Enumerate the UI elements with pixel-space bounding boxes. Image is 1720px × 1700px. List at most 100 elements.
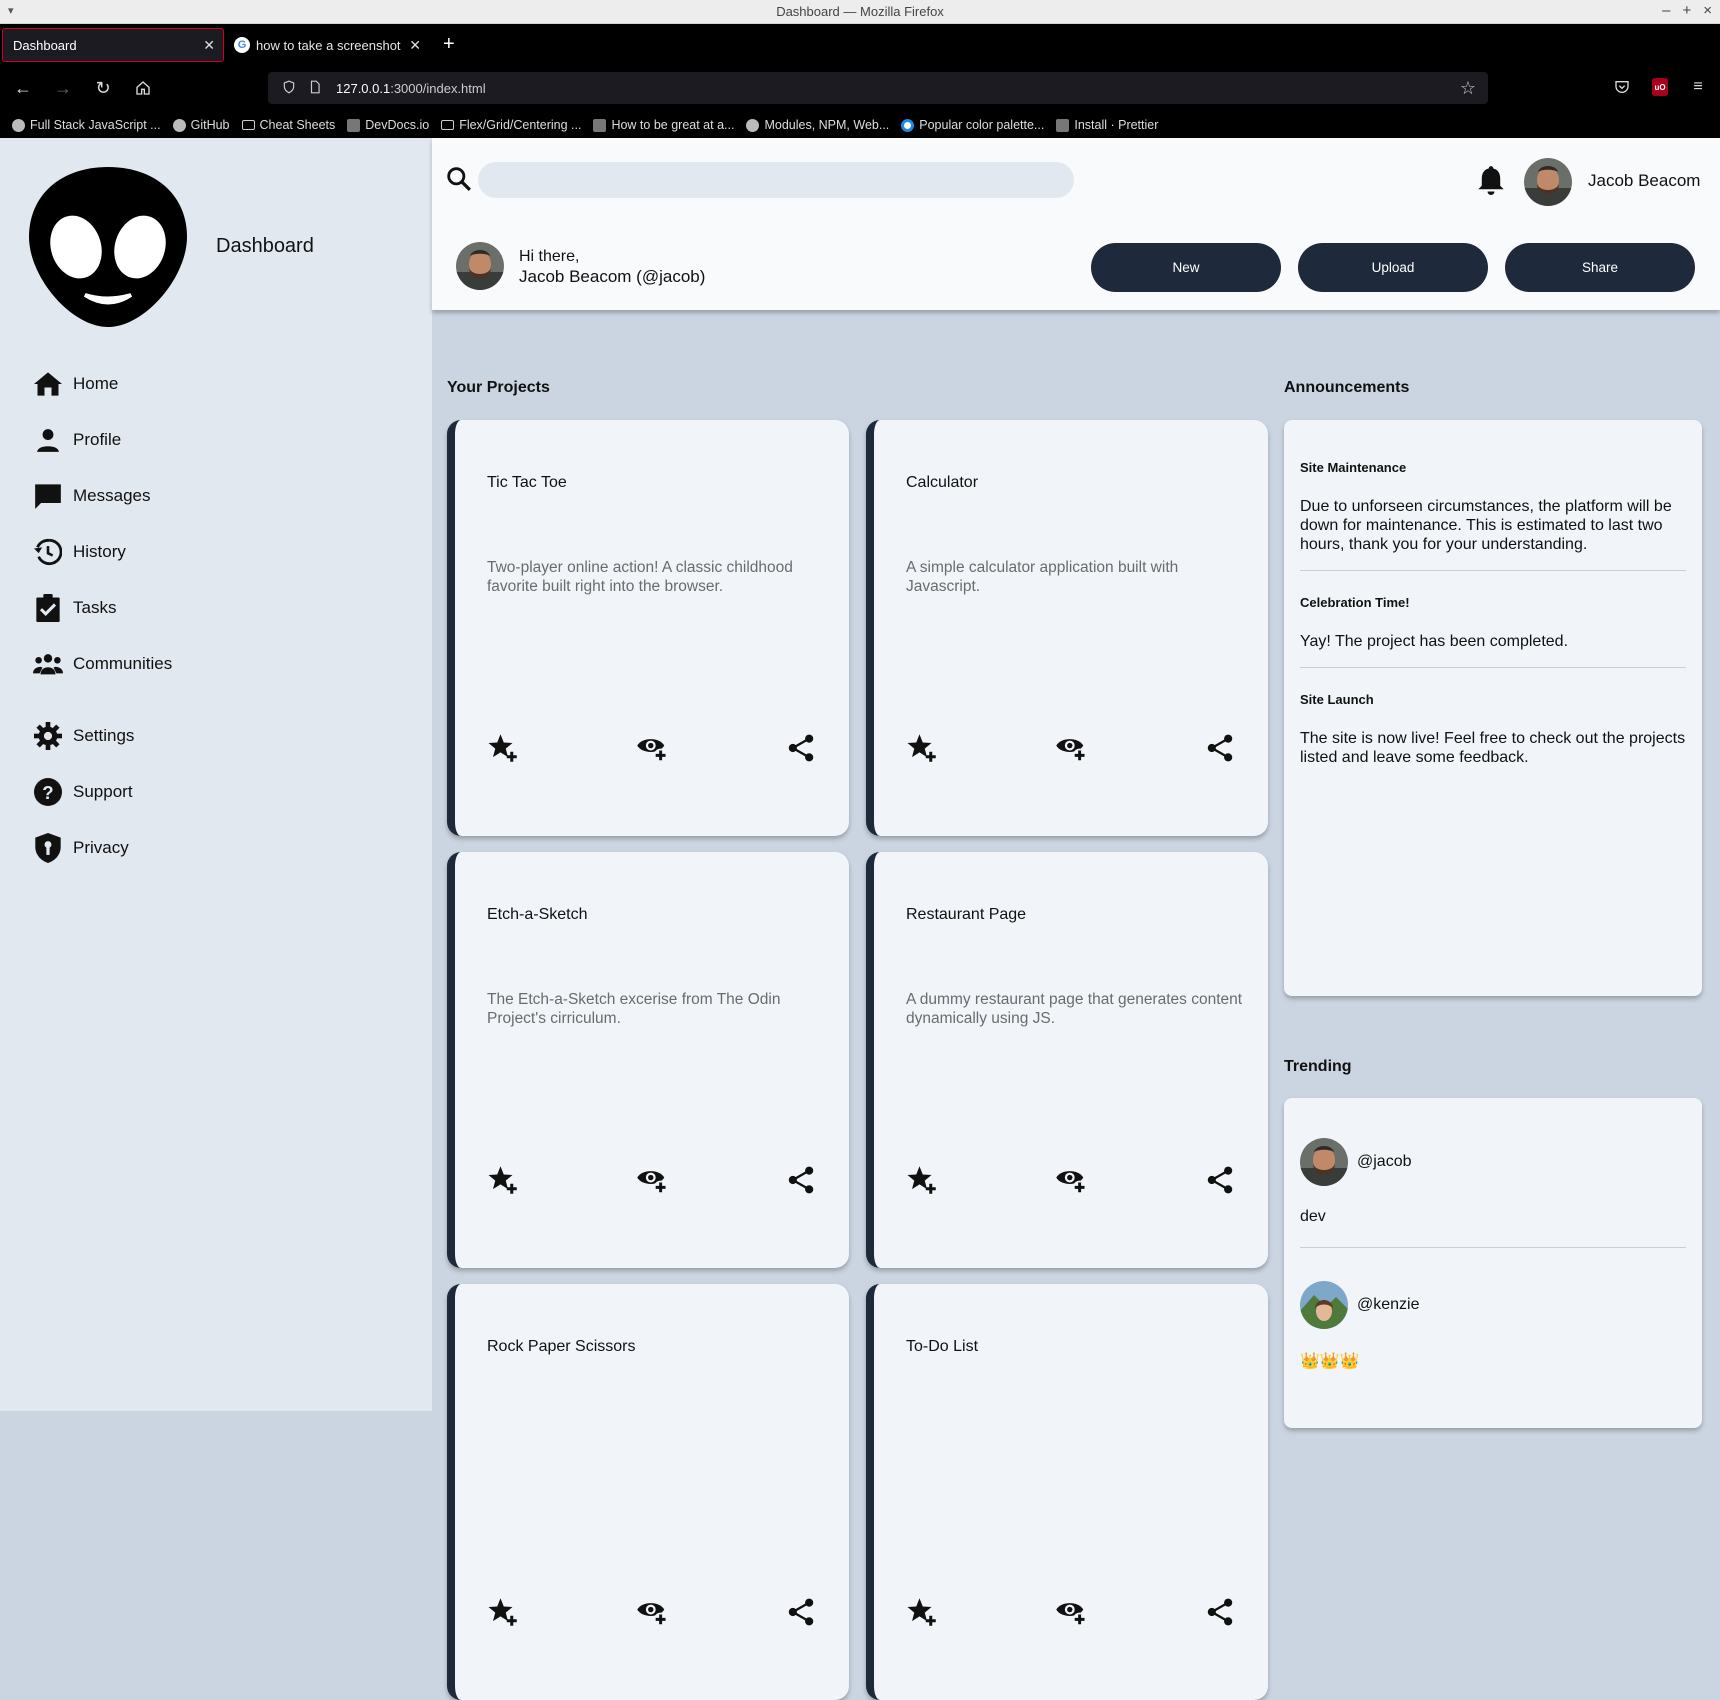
sidebar-item-communities[interactable]: Communities	[33, 636, 393, 692]
sidebar-item-messages[interactable]: Messages	[33, 468, 393, 524]
project-card[interactable]: Tic Tac Toe Two-player online action! A c…	[447, 420, 849, 836]
share-icon[interactable]	[1204, 732, 1236, 764]
bookmark-prettier[interactable]: Install · Prettier	[1056, 118, 1158, 132]
forward-icon[interactable]: →	[46, 71, 80, 105]
close-window-icon[interactable]: ×	[1703, 2, 1712, 19]
page-info-icon[interactable]	[308, 79, 322, 98]
bookmark-full-stack-javascript[interactable]: Full Stack JavaScript ...	[12, 118, 161, 132]
announcement-title: Celebration Time!	[1300, 595, 1410, 610]
project-card[interactable]: Rock Paper Scissors	[447, 1284, 849, 1700]
watch-add-icon[interactable]	[636, 1596, 668, 1628]
sidebar-item-support[interactable]: ? Support	[33, 764, 393, 820]
search-icon[interactable]	[446, 166, 472, 197]
upload-button[interactable]: Upload	[1298, 243, 1488, 292]
watch-add-icon[interactable]	[1055, 1596, 1087, 1628]
sidebar-item-history[interactable]: History	[33, 524, 393, 580]
trending-item: @kenzie 👑👑👑	[1300, 1281, 1686, 1371]
project-actions	[906, 1596, 1236, 1628]
minimize-icon[interactable]: –	[1662, 2, 1670, 19]
star-add-icon[interactable]	[906, 732, 938, 764]
sidebar-item-tasks[interactable]: Tasks	[33, 580, 393, 636]
project-card[interactable]: Etch-a-Sketch The Etch-a-Sketch excerise …	[447, 852, 849, 1268]
watch-add-icon[interactable]	[1055, 1164, 1087, 1196]
bookmark-color-palettes[interactable]: Popular color palette...	[901, 118, 1044, 132]
star-add-icon[interactable]	[906, 1596, 938, 1628]
odin-icon	[12, 118, 25, 132]
tab-title: Dashboard	[13, 37, 77, 53]
tracking-shield-icon[interactable]	[282, 79, 296, 98]
star-add-icon[interactable]	[487, 1164, 519, 1196]
divider	[1300, 667, 1686, 668]
sidebar: Dashboard Home Profile Messages History …	[0, 138, 432, 1411]
sidebar-item-label: Settings	[73, 726, 135, 745]
bookmark-star-icon[interactable]: ☆	[1460, 78, 1476, 99]
close-tab-icon[interactable]: ✕	[409, 37, 421, 54]
home-browser-icon[interactable]	[126, 71, 160, 105]
trending-handle[interactable]: @kenzie	[1357, 1296, 1420, 1314]
announcement-item: Site Launch The site is now live! Feel f…	[1300, 692, 1686, 767]
url-bar[interactable]: 127.0.0.1:3000/index.html ☆	[268, 72, 1488, 104]
new-tab-icon[interactable]: +	[443, 33, 455, 56]
person-icon	[33, 425, 63, 455]
svg-text:?: ?	[42, 782, 53, 803]
folder-icon	[441, 120, 455, 130]
bookmark-cheat-sheets[interactable]: Cheat Sheets	[241, 118, 335, 132]
share-icon[interactable]	[1204, 1596, 1236, 1628]
share-icon[interactable]	[785, 1164, 817, 1196]
sidebar-item-profile[interactable]: Profile	[33, 412, 393, 468]
announcement-title: Site Maintenance	[1300, 460, 1407, 475]
tab-dashboard[interactable]: Dashboard ✕	[2, 28, 224, 62]
groups-icon	[33, 649, 63, 679]
share-button[interactable]: Share	[1505, 243, 1695, 292]
search-input[interactable]	[478, 162, 1074, 198]
sidebar-item-home[interactable]: Home	[33, 356, 393, 412]
star-add-icon[interactable]	[487, 1596, 519, 1628]
sidebar-item-settings[interactable]: Settings	[33, 708, 393, 764]
share-icon[interactable]	[1204, 1164, 1236, 1196]
project-description: A simple calculator application built wi…	[906, 559, 1179, 595]
share-icon[interactable]	[785, 1596, 817, 1628]
ublock-icon[interactable]: uO	[1648, 72, 1672, 102]
notification-bell-icon[interactable]	[1477, 165, 1505, 200]
palette-icon	[901, 118, 915, 132]
project-card[interactable]: Restaurant Page A dummy restaurant page t…	[866, 852, 1268, 1268]
project-title: Rock Paper Scissors	[487, 1338, 636, 1355]
bookmark-modules-npm[interactable]: Modules, NPM, Web...	[746, 118, 889, 132]
announcement-item: Celebration Time! Yay! The project has b…	[1300, 595, 1686, 651]
announcements-title: Announcements	[1284, 379, 1410, 396]
avatar[interactable]	[1300, 1138, 1348, 1186]
trending-handle[interactable]: @jacob	[1357, 1153, 1412, 1171]
watch-add-icon[interactable]	[636, 732, 668, 764]
close-tab-icon[interactable]: ✕	[203, 37, 215, 54]
maximize-icon[interactable]: +	[1682, 2, 1691, 19]
project-description: The Etch-a-Sketch excerise from The Odin…	[487, 991, 781, 1027]
announcement-body: The site is now live! Feel free to check…	[1300, 730, 1686, 766]
project-title: Etch-a-Sketch	[487, 906, 588, 923]
bookmark-how-to-be-great[interactable]: How to be great at a...	[593, 118, 734, 132]
history-icon	[33, 537, 63, 567]
bookmark-github[interactable]: GitHub	[172, 118, 230, 132]
bookmark-flex-grid-centering[interactable]: Flex/Grid/Centering ...	[441, 118, 581, 132]
bookmark-devdocs[interactable]: DevDocs.io	[347, 118, 429, 132]
star-add-icon[interactable]	[487, 732, 519, 764]
hamburger-menu-icon[interactable]: ≡	[1686, 72, 1710, 102]
avatar[interactable]	[1300, 1281, 1348, 1329]
watch-add-icon[interactable]	[1055, 732, 1087, 764]
star-add-icon[interactable]	[906, 1164, 938, 1196]
new-button[interactable]: New	[1091, 243, 1281, 292]
project-card[interactable]: Calculator A simple calculator applicatio…	[866, 420, 1268, 836]
project-card[interactable]: To-Do List	[866, 1284, 1268, 1700]
gear-icon	[33, 721, 63, 751]
watch-add-icon[interactable]	[636, 1164, 668, 1196]
avatar[interactable]	[1524, 158, 1572, 206]
back-icon[interactable]: ←	[6, 71, 40, 105]
sidebar-item-privacy[interactable]: Privacy	[33, 820, 393, 876]
project-description: Two-player online action! A classic chil…	[487, 559, 793, 595]
reload-icon[interactable]: ↻	[86, 71, 120, 105]
share-icon[interactable]	[785, 732, 817, 764]
brand-title: Dashboard	[216, 235, 314, 257]
window-menu-arrow-icon[interactable]: ▾	[8, 4, 14, 17]
pocket-icon[interactable]	[1610, 72, 1634, 102]
project-title: Restaurant Page	[906, 906, 1027, 923]
tab-google-search[interactable]: G how to take a screenshot xubu ✕	[224, 28, 429, 62]
